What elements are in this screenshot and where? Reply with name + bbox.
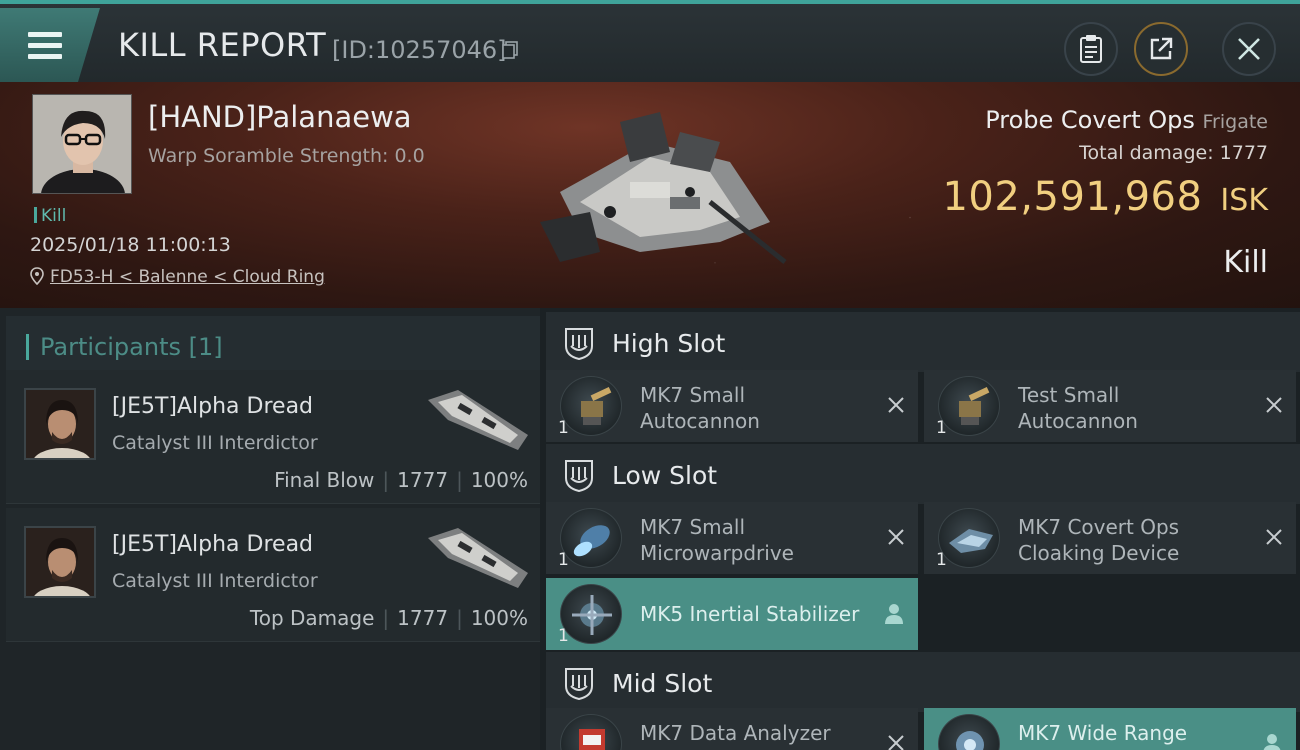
copy-icon[interactable]: [502, 41, 518, 59]
module-slot-highlighted[interactable]: 1 MK5 Inertial Stabilizer: [546, 578, 918, 650]
warp-scramble-strength: Warp Soramble Strength: 0.0: [148, 145, 425, 167]
person-icon: [885, 604, 903, 624]
share-button[interactable]: [1134, 22, 1188, 76]
module-name: MK7 Covert Ops Cloaking Device: [1018, 515, 1180, 565]
module-slot-highlighted[interactable]: 1 MK7 Wide Range: [924, 708, 1296, 750]
victim-ship-image: [540, 112, 787, 264]
close-x-icon: [888, 397, 904, 413]
participant-row[interactable]: [JE5T]Alpha Dread Catalyst III Interdict…: [6, 508, 540, 642]
person-icon: [1263, 734, 1281, 750]
victim-avatar[interactable]: [32, 94, 132, 194]
participant-ship-image: [428, 390, 528, 450]
participants-panel: Participants [1] [JE5T]Alpha Dread Catal…: [0, 308, 540, 750]
module-name: MK5 Inertial Stabilizer: [640, 602, 860, 626]
participant-ship: Catalyst III Interdictor: [112, 432, 318, 454]
mid-slot-header: Mid Slot: [546, 652, 1300, 712]
fitting-panel: High Slot 1 MK7 Small Autocannon 1 Test S…: [540, 308, 1300, 750]
shield-icon: [565, 460, 593, 492]
close-x-icon: [888, 529, 904, 545]
close-icon: [1238, 38, 1260, 60]
result-label: Kill: [1223, 245, 1268, 280]
participant-ship-image: [428, 528, 528, 588]
autocannon-icon: [938, 376, 1000, 436]
cloaking-device-icon: [938, 508, 1000, 568]
participant-stats: Top Damage | 1777 | 100%: [249, 606, 528, 630]
close-x-icon: [1266, 529, 1282, 545]
report-id: [ID:10257046]: [332, 36, 507, 64]
share-icon: [1150, 37, 1173, 60]
wide-range-icon: [938, 714, 1000, 750]
clipboard-icon: [1080, 35, 1102, 63]
data-analyzer-icon: [560, 714, 622, 750]
low-slot-header: Low Slot: [546, 444, 1300, 504]
shield-icon: [565, 328, 593, 360]
module-slot[interactable]: 1 Test Small Autocannon: [924, 370, 1296, 442]
page-title: KILL REPORT: [118, 26, 327, 64]
participant-name[interactable]: [JE5T]Alpha Dread: [112, 532, 313, 557]
location-pin-icon: [30, 267, 44, 285]
hamburger-icon: [28, 32, 62, 60]
avatar[interactable]: [24, 388, 96, 460]
shield-icon: [565, 668, 593, 700]
kill-tag: Kill: [34, 206, 66, 226]
close-x-icon: [1266, 397, 1282, 413]
location-link[interactable]: FD53-H < Balenne < Cloud Ring: [30, 267, 325, 287]
module-name: MK7 Data Analyzer: [640, 721, 831, 745]
participant-row[interactable]: [JE5T]Alpha Dread Catalyst III Interdict…: [6, 370, 540, 504]
participants-header: Participants [1]: [6, 316, 540, 374]
participant-stats: Final Blow | 1777 | 100%: [274, 468, 528, 492]
module-name: Test Small Autocannon: [1018, 383, 1138, 433]
clipboard-button[interactable]: [1064, 22, 1118, 76]
menu-button[interactable]: [0, 8, 112, 82]
victim-ship[interactable]: Probe Covert Ops Frigate: [985, 106, 1268, 134]
microwarpdrive-icon: [560, 508, 622, 568]
module-name: MK7 Small Autocannon: [640, 383, 760, 433]
module-name: MK7 Small Microwarpdrive: [640, 515, 794, 565]
participants-title: Participants [1]: [40, 333, 223, 361]
inertial-stabilizer-icon: [560, 584, 622, 644]
title-bar: KILL REPORT [ID:10257046]: [0, 0, 1300, 82]
participant-ship: Catalyst III Interdictor: [112, 570, 318, 592]
kill-summary: [HAND]Palanaewa Warp Soramble Strength: …: [0, 82, 1300, 308]
avatar[interactable]: [24, 526, 96, 598]
total-damage: Total damage: 1777: [1079, 142, 1268, 164]
autocannon-icon: [560, 376, 622, 436]
kill-timestamp: 2025/01/18 11:00:13: [30, 234, 231, 256]
module-slot[interactable]: 1 MK7 Covert Ops Cloaking Device: [924, 502, 1296, 574]
module-slot[interactable]: 1 MK7 Small Microwarpdrive: [546, 502, 918, 574]
close-button[interactable]: [1222, 22, 1276, 76]
module-slot[interactable]: 1 MK7 Data Analyzer: [546, 708, 918, 750]
victim-name[interactable]: [HAND]Palanaewa: [148, 100, 412, 134]
participant-name[interactable]: [JE5T]Alpha Dread: [112, 394, 313, 419]
close-x-icon: [888, 735, 904, 750]
module-name: MK7 Wide Range: [1018, 721, 1188, 745]
high-slot-header: High Slot: [546, 312, 1300, 372]
module-slot[interactable]: 1 MK7 Small Autocannon: [546, 370, 918, 442]
isk-value: 102,591,968 ISK: [942, 174, 1268, 220]
